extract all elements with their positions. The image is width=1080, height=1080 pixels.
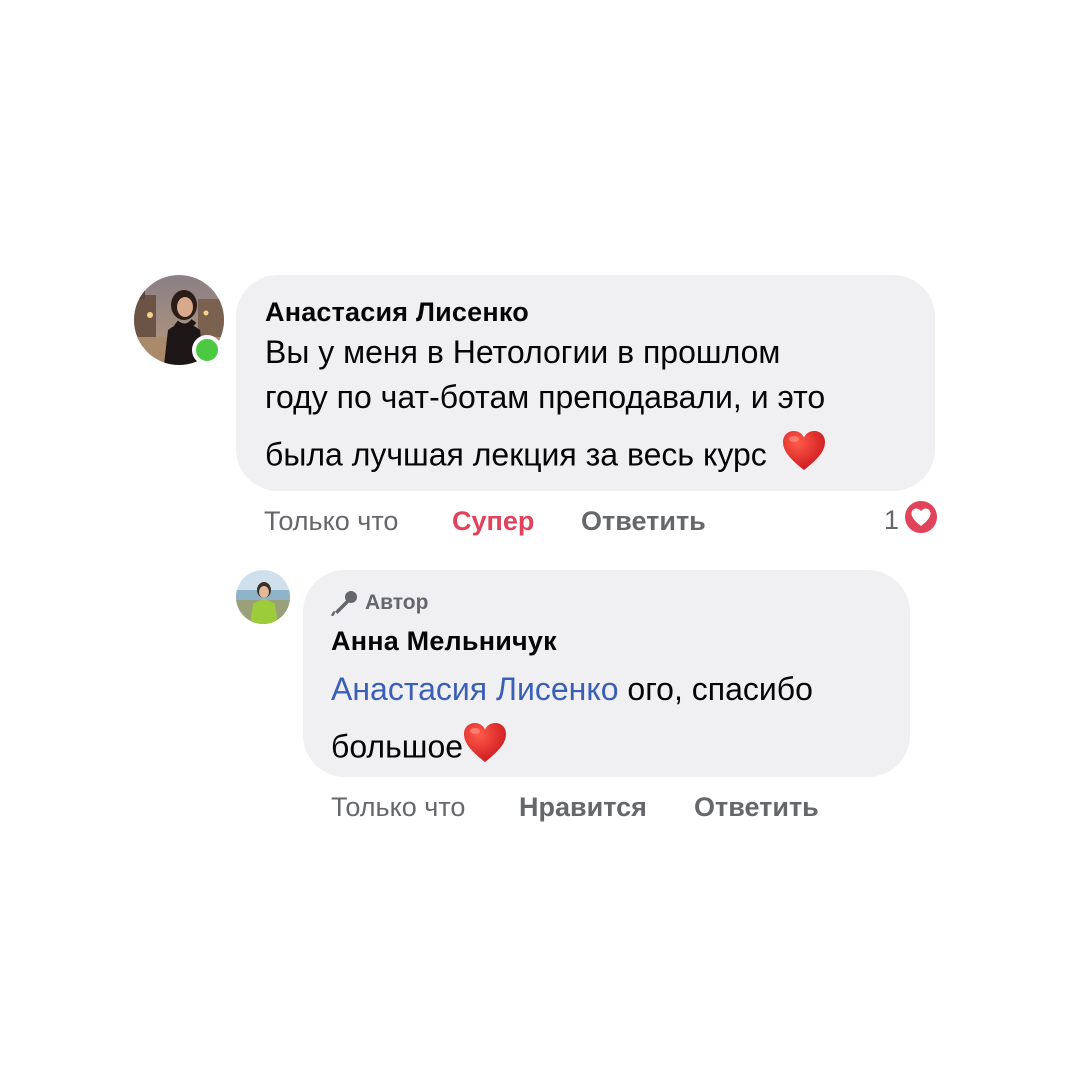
reaction-summary[interactable]: 1 — [884, 498, 940, 539]
reaction-button[interactable]: Супер — [452, 504, 534, 538]
comment-bubble: Анастасия Лисенко Вы у меня в Нетологии … — [236, 275, 935, 491]
author-badge-label: Автор — [365, 591, 429, 614]
reply-bubble: Автор Анна Мельничук Анастасия Лисенко о… — [303, 570, 910, 777]
comment-timestamp: Только что — [264, 506, 399, 536]
heart-reaction-icon — [902, 498, 940, 543]
like-button[interactable]: Нравится — [519, 790, 647, 824]
comment-text-line: году по чат-ботам преподавали, и это — [265, 379, 826, 415]
reaction-count: 1 — [884, 504, 900, 535]
reply-button[interactable]: Ответить — [581, 504, 706, 538]
comment-text-line: была лучшая лекция за весь курс — [265, 436, 767, 473]
reply-actions: Только что Нравится Ответить — [331, 790, 931, 826]
author-badge: Автор — [331, 590, 882, 617]
comment-text-line: Вы у меня в Нетологии в прошлом — [265, 334, 781, 370]
comment-author[interactable]: Анна Мельничук — [331, 624, 882, 658]
comment-actions: Только что Супер Ответить — [264, 504, 964, 540]
comment-timestamp: Только что — [331, 792, 466, 822]
online-status-indicator — [192, 335, 222, 365]
avatar[interactable] — [236, 570, 290, 624]
heart-emoji-icon — [782, 430, 826, 484]
heart-emoji-icon — [463, 722, 507, 776]
microphone-icon — [331, 590, 359, 617]
reply-button[interactable]: Ответить — [694, 790, 819, 824]
mention-link[interactable]: Анастасия Лисенко — [331, 671, 619, 707]
comment-text-line: ого, спасибо — [618, 671, 813, 707]
avatar-photo — [236, 570, 290, 624]
comment-author[interactable]: Анастасия Лисенко — [265, 295, 907, 329]
comment-text-line: большое — [331, 728, 464, 765]
